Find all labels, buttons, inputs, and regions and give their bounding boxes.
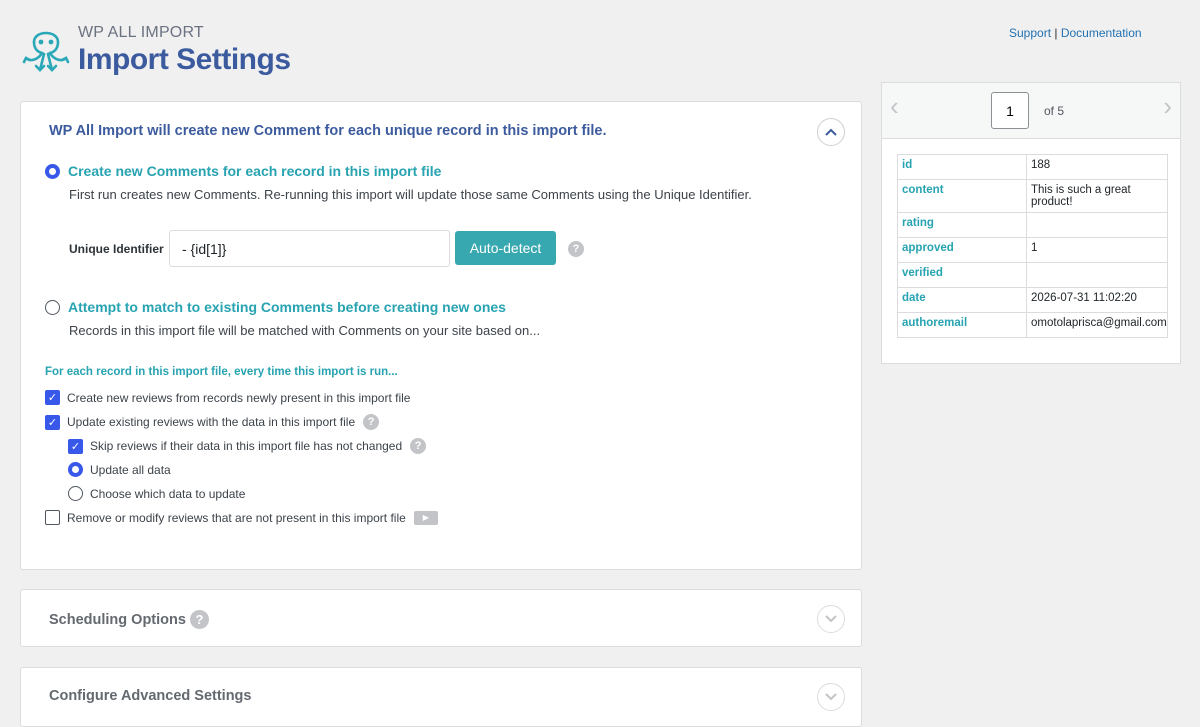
section-hint: For each record in this import file, eve…: [45, 366, 398, 378]
table-row: id 188: [897, 154, 1168, 180]
preview-key: verified: [897, 262, 1027, 288]
advanced-settings-panel[interactable]: Configure Advanced Settings: [20, 667, 862, 727]
skip-unchanged-row[interactable]: ✓ Skip reviews if their data in this imp…: [68, 438, 427, 454]
update-all-data-radio[interactable]: [68, 462, 83, 477]
remove-modify-checkbox[interactable]: [45, 510, 60, 525]
preview-key: rating: [897, 212, 1027, 238]
table-row: date 2026-07-31 11:02:20: [897, 287, 1168, 313]
radio-match-existing[interactable]: [45, 299, 60, 315]
update-existing-reviews-label: Update existing reviews with the data in…: [67, 415, 356, 429]
option-create-new-description: First run creates new Comments. Re-runni…: [69, 187, 752, 202]
expand-advanced-button[interactable]: [817, 683, 845, 711]
preview-value: [1026, 262, 1168, 288]
preview-page-count: of 5: [1044, 104, 1065, 118]
radio-create-new[interactable]: [45, 163, 60, 179]
scheduling-help-icon[interactable]: ?: [189, 610, 209, 629]
choose-data-label: Choose which data to update: [90, 486, 246, 501]
scheduling-options-title: Scheduling Options ?: [49, 610, 209, 629]
preview-key: authoremail: [897, 312, 1027, 338]
table-row: verified: [897, 262, 1168, 288]
record-preview-panel: ‹ of 5 › id188 contentThis is such a gre…: [881, 82, 1181, 364]
unique-identifier-input[interactable]: [169, 230, 450, 267]
table-row: rating: [897, 212, 1168, 238]
skip-unchanged-checkbox[interactable]: ✓: [68, 438, 83, 454]
create-new-reviews-label: Create new reviews from records newly pr…: [67, 390, 411, 405]
scheduling-options-panel[interactable]: Scheduling Options ?: [20, 589, 862, 647]
update-existing-reviews-row[interactable]: ✓ Update existing reviews with the data …: [45, 414, 380, 430]
skip-unchanged-help-icon[interactable]: ?: [410, 438, 427, 454]
panel-title: WP All Import will create new Comment fo…: [49, 123, 607, 139]
update-existing-reviews-checkbox[interactable]: ✓: [45, 414, 60, 430]
table-row: authoremail omotolaprisca@gmail.com: [897, 312, 1168, 338]
option-match-existing-label: Attempt to match to existing Comments be…: [68, 299, 506, 315]
octopus-logo-icon: [22, 31, 70, 72]
expand-scheduling-button[interactable]: [817, 605, 845, 633]
unique-identifier-help-icon[interactable]: ?: [568, 241, 584, 257]
brand-subtitle: WP ALL IMPORT: [78, 24, 204, 41]
option-create-new-label: Create new Comments for each record in t…: [68, 163, 442, 179]
skip-unchanged-label: Skip reviews if their data in this impor…: [90, 439, 403, 453]
preview-key: id: [897, 154, 1027, 180]
chevron-left-icon[interactable]: ‹: [890, 91, 899, 122]
choose-data-row[interactable]: Choose which data to update: [68, 486, 245, 501]
table-row: approved 1: [897, 237, 1168, 263]
preview-value: omotolaprisca@gmail.com: [1026, 312, 1168, 338]
preview-key: approved: [897, 237, 1027, 263]
chevron-right-icon[interactable]: ›: [1163, 91, 1172, 122]
create-new-reviews-row[interactable]: ✓ Create new reviews from records newly …: [45, 390, 410, 405]
update-all-data-label: Update all data: [90, 462, 171, 477]
documentation-link[interactable]: Documentation: [1061, 26, 1142, 40]
page-title: Import Settings: [78, 43, 291, 76]
preview-key: date: [897, 287, 1027, 313]
remove-modify-label: Remove or modify reviews that are not pr…: [67, 510, 406, 525]
option-match-existing[interactable]: Attempt to match to existing Comments be…: [45, 299, 506, 315]
chevron-up-icon: [825, 128, 837, 136]
preview-value: 1: [1026, 237, 1168, 263]
option-create-new[interactable]: Create new Comments for each record in t…: [45, 163, 441, 179]
preview-table: id 188 content This is such a great produc…: [897, 154, 1168, 338]
link-separator: |: [1054, 26, 1058, 40]
preview-value: [1026, 212, 1168, 238]
preview-pagination: ‹ of 5 ›: [882, 83, 1180, 139]
remove-modify-row[interactable]: Remove or modify reviews that are not pr…: [45, 510, 438, 525]
advanced-settings-title: Configure Advanced Settings: [49, 688, 252, 704]
video-play-icon[interactable]: ▶: [413, 510, 438, 525]
brand: WP ALL IMPORT Import Settings: [20, 20, 291, 78]
preview-value: 188: [1026, 154, 1168, 180]
scheduling-options-label: Scheduling Options: [49, 611, 186, 628]
unique-identifier-label: Unique Identifier: [69, 242, 164, 256]
chevron-down-icon: [825, 693, 837, 701]
top-links: Support | Documentation: [1009, 26, 1142, 40]
create-new-reviews-checkbox[interactable]: ✓: [45, 390, 60, 405]
auto-detect-button[interactable]: Auto-detect: [455, 231, 556, 265]
collapse-button[interactable]: [817, 118, 845, 146]
preview-value: 2026-07-31 11:02:20: [1026, 287, 1168, 313]
update-all-data-row[interactable]: Update all data: [68, 462, 171, 477]
option-match-existing-description: Records in this import file will be matc…: [69, 323, 541, 338]
preview-key: content: [897, 179, 1027, 213]
preview-value: This is such a great product!: [1026, 179, 1168, 213]
update-existing-help-icon[interactable]: ?: [363, 414, 380, 430]
table-row: content This is such a great product!: [897, 179, 1168, 213]
import-settings-panel: WP All Import will create new Comment fo…: [20, 101, 862, 570]
chevron-down-icon: [825, 615, 837, 623]
support-link[interactable]: Support: [1009, 26, 1051, 40]
choose-data-radio[interactable]: [68, 486, 83, 501]
preview-page-input[interactable]: [991, 92, 1029, 129]
